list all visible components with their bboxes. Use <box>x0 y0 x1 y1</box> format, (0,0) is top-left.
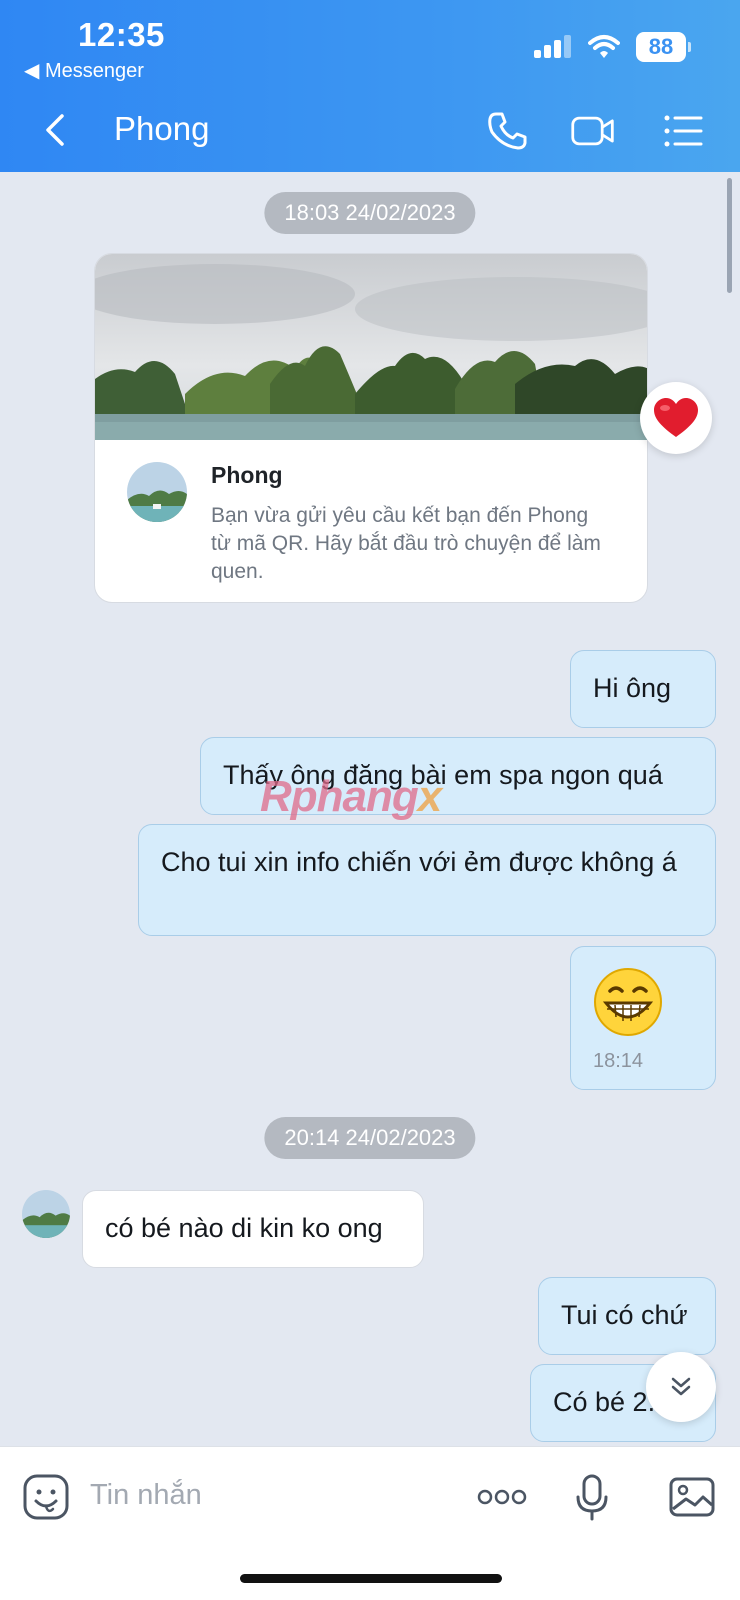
landscape-cover-image <box>95 254 647 440</box>
wifi-icon <box>588 35 620 58</box>
contact-avatar[interactable] <box>127 462 187 522</box>
image-gallery-icon[interactable] <box>668 1473 716 1521</box>
phone-call-icon[interactable] <box>484 108 530 154</box>
friend-request-card[interactable]: Phong Bạn vừa gửi yêu cầu kết bạn đến Ph… <box>94 253 648 603</box>
menu-list-icon[interactable] <box>660 108 706 154</box>
sticker-message[interactable]: 18:14 <box>570 946 716 1090</box>
message-time: 18:14 <box>593 1050 644 1072</box>
contact-avatar[interactable] <box>22 1190 70 1238</box>
date-separator: 18:03 24/02/2023 <box>264 192 476 234</box>
sticker-icon[interactable] <box>22 1473 70 1521</box>
more-options-icon[interactable] <box>476 1473 528 1521</box>
message-bubble-incoming[interactable]: có bé nào di kin ko ong <box>82 1190 424 1268</box>
card-description: Bạn vừa gửi yêu cầu kết bạn đến Phong từ… <box>211 504 601 583</box>
status-icons: 88 <box>534 32 691 62</box>
back-arrow-icon[interactable] <box>38 110 74 150</box>
back-to-app-link[interactable]: ◀ Messenger <box>24 58 144 83</box>
signal-icon <box>534 35 571 58</box>
message-bubble-outgoing[interactable]: Hi ông <box>570 650 716 728</box>
message-bubble-outgoing[interactable]: Cho tui xin info chiến với ẻm được không… <box>138 824 716 936</box>
grinning-face-icon <box>594 968 662 1036</box>
chat-scrollbar[interactable] <box>727 178 732 293</box>
date-separator: 20:14 24/02/2023 <box>264 1117 476 1159</box>
watermark-logo: Rphangx <box>260 772 442 821</box>
home-indicator[interactable] <box>240 1574 502 1583</box>
video-call-icon[interactable] <box>570 108 616 154</box>
heart-reaction-icon[interactable] <box>640 382 712 454</box>
contact-name[interactable]: Phong <box>114 110 209 148</box>
card-contact-name: Phong <box>211 462 283 488</box>
message-bubble-outgoing[interactable]: Tui có chứ <box>538 1277 716 1355</box>
status-time: 12:35 <box>78 16 165 53</box>
message-input[interactable]: Tin nhắn <box>90 1479 202 1512</box>
microphone-icon[interactable] <box>568 1473 616 1521</box>
double-chevron-down-icon <box>671 1377 691 1396</box>
chat-header: 12:35 ◀ Messenger 88 Phong <box>0 0 740 172</box>
battery-icon: 88 <box>636 32 691 62</box>
scroll-to-bottom-button[interactable] <box>646 1352 716 1422</box>
